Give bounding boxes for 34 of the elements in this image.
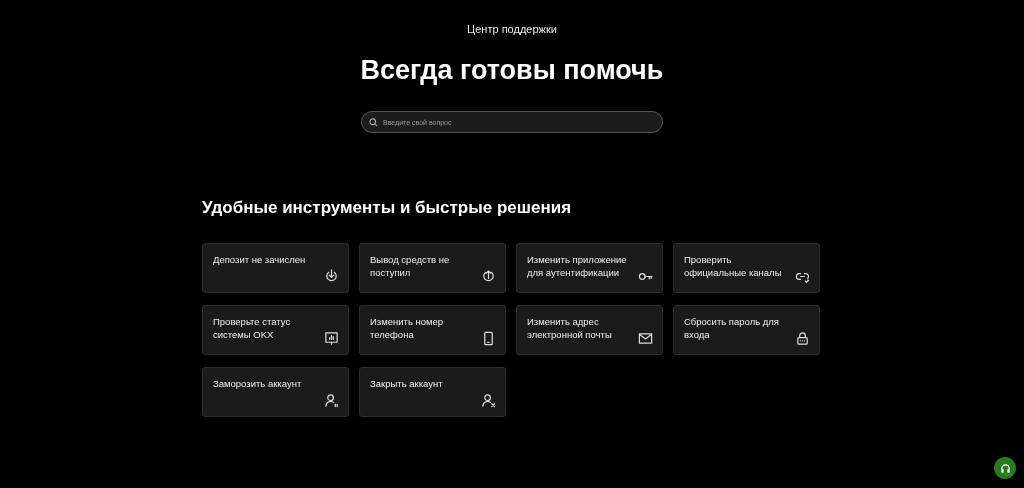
card-label: Проверьте статус системы OKX [213,316,292,341]
search-icon [369,117,378,127]
headset-icon [999,462,1011,474]
card-label: Депозит не зачислен [213,254,307,267]
card-label: Изменить номер телефона [370,316,445,341]
tool-card[interactable]: Изменить номер телефона [359,305,506,355]
arrow-up-circle-icon [481,269,496,284]
card-label: Проверить официальные каналы [684,254,783,279]
user-pause-icon [324,393,339,408]
tool-card[interactable]: Проверить официальные каналы [673,243,820,293]
card-label: Закрыть аккаунт [370,378,444,391]
tool-card[interactable]: Изменить адрес электронной почты [516,305,663,355]
tool-card[interactable]: Изменить приложение для аутентификации [516,243,663,293]
tool-card[interactable]: Вывод средств не поступил [359,243,506,293]
arrow-down-circle-icon [324,269,339,284]
card-label: Заморозить аккаунт [213,378,303,391]
page-subtitle: Центр поддержки [467,22,557,36]
card-label: Изменить приложение для аутентификации [527,254,628,279]
tool-card[interactable]: Проверьте статус системы OKX [202,305,349,355]
monitor-chart-icon [324,331,339,346]
envelope-icon [638,331,653,346]
tool-card[interactable]: Депозит не зачислен [202,243,349,293]
tool-card[interactable]: Закрыть аккаунт [359,367,506,417]
support-button[interactable] [994,457,1016,479]
card-label: Вывод средств не поступил [370,254,451,279]
card-label: Изменить адрес электронной почты [527,316,613,341]
tool-card[interactable]: Сбросить пароль для входа [673,305,820,355]
lock-icon [795,331,810,346]
phone-icon [481,331,496,346]
page-title: Всегда готовы помочь [360,54,664,86]
section-heading: Удобные инструменты и быстрые решения [202,197,573,219]
tool-card[interactable]: Заморозить аккаунт [202,367,349,417]
card-label: Сбросить пароль для входа [684,316,780,341]
user-remove-icon [481,393,496,408]
